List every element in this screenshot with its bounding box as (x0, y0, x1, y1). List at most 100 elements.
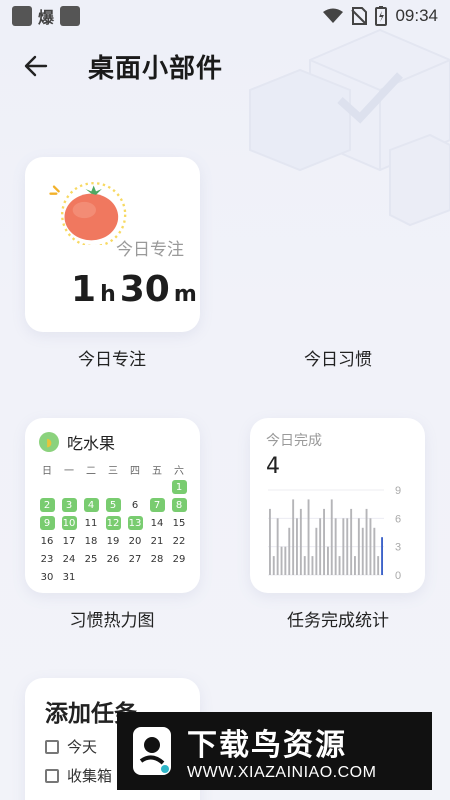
calendar-day: 19 (106, 535, 120, 547)
focus-duration: 1 h 30 m (71, 269, 201, 310)
chart-bar (369, 518, 372, 575)
calendar-icon (45, 739, 59, 754)
chart-bar (272, 556, 275, 575)
calendar-blank (58, 479, 80, 495)
no-sim-icon (351, 7, 368, 25)
chart-bar (276, 518, 279, 575)
heatmap-calendar: 日一二三四五六 1 2 3 4 5 6 7 8 9 10 11 12 13 14 15 16 17 18 19 20 21… (36, 461, 190, 585)
calendar-day: 30 (40, 571, 54, 583)
chart-bar (315, 527, 318, 575)
bird-logo-icon (117, 712, 187, 790)
chart-bar (346, 518, 349, 575)
heatmap-widget-caption: 习惯热力图 (69, 611, 155, 631)
task-completion-chart: 0 3 6 9 (268, 485, 401, 582)
chart-bar (288, 527, 291, 575)
status-bar: 爆 09:34 (0, 0, 450, 32)
minutes-unit: m (173, 282, 197, 307)
calendar-day-completed: 5 (102, 497, 124, 513)
clock: 09:34 (395, 6, 438, 25)
calendar-day: 22 (172, 535, 186, 547)
calendar-day: 6 (131, 499, 139, 511)
completed-today-label: 今日完成 (266, 433, 322, 449)
completed-today-value: 4 (266, 454, 280, 479)
calendar-blank (124, 479, 146, 495)
chart-bar (365, 508, 368, 575)
inbox-icon (45, 768, 59, 783)
notification-icon (60, 6, 81, 26)
app-notification-icon: 爆 (38, 8, 55, 27)
focus-label: 今日专注 (116, 240, 184, 260)
tomato-icon (49, 182, 127, 245)
chart-bar (334, 518, 337, 575)
task-stats-card[interactable]: 今日完成 4 0 3 6 9 (250, 418, 425, 593)
calendar-day: 26 (106, 553, 120, 565)
calendar-day: 21 (150, 535, 164, 547)
habit-widget-caption[interactable]: 今日习惯 (248, 345, 428, 370)
watermark-brand: 下载鸟资源 (187, 728, 347, 763)
calendar-day: 20 (128, 535, 142, 547)
calendar-day: 28 (150, 553, 164, 565)
y-tick-label: 9 (395, 485, 401, 497)
calendar-day-completed: 12 (105, 516, 121, 530)
chart-bar (307, 499, 310, 575)
calendar-day: 11 (84, 517, 98, 529)
chart-bar (342, 518, 345, 575)
y-tick-label: 0 (395, 570, 401, 582)
calendar-day-completed: 7 (146, 497, 168, 513)
task-list-label: 今天 (67, 738, 98, 756)
calendar-day-completed: 3 (58, 497, 80, 513)
calendar-blank (80, 479, 102, 495)
chart-bar (292, 499, 295, 575)
watermark-url: WWW.XIAZAINIAO.COM (187, 764, 377, 781)
habit-heatmap-card[interactable]: ◗ 吃水果 日一二三四五六 1 2 3 4 5 6 7 8 9 10 11 12 13 14 15 16 17 18… (25, 418, 200, 593)
hours-unit: h (100, 282, 116, 307)
chart-bar (319, 518, 322, 575)
calendar-day-completed: 10 (61, 516, 77, 530)
calendar-day: 15 (172, 517, 186, 529)
calendar-day: 16 (40, 535, 54, 547)
calendar-day-completed: 9 (36, 515, 58, 531)
calendar-day: 18 (84, 535, 98, 547)
watermark-banner: 下载鸟资源 WWW.XIAZAINIAO.COM (117, 712, 432, 790)
calendar-day: 23 (40, 553, 54, 565)
chart-bar (284, 546, 287, 575)
chart-bar (323, 508, 325, 575)
chart-bar (350, 508, 353, 575)
calendar-day: 29 (172, 553, 186, 565)
chart-bar (361, 527, 364, 575)
calendar-blank (146, 479, 168, 495)
weekday-header: 三 (108, 465, 118, 477)
chart-bar (280, 546, 283, 575)
background-decoration (210, 0, 450, 260)
chart-bar (373, 527, 376, 575)
chart-bar (354, 556, 356, 575)
y-tick-label: 6 (395, 513, 401, 525)
calendar-day-completed: 2 (36, 497, 58, 513)
calendar-blank (36, 479, 58, 495)
weekday-header: 五 (152, 465, 162, 477)
calendar-day-completed: 8 (168, 497, 190, 513)
weekday-header: 日 (42, 465, 52, 477)
focus-widget-caption: 今日专注 (78, 350, 146, 370)
back-button[interactable] (14, 44, 58, 88)
wifi-icon (323, 8, 344, 23)
calendar-day: 24 (62, 553, 76, 565)
calendar-blank (102, 479, 124, 495)
battery-icon (375, 6, 388, 26)
calendar-day: 25 (84, 553, 98, 565)
task-stats-caption: 任务完成统计 (287, 611, 389, 631)
focus-hours: 1 (71, 269, 97, 310)
heatmap-header: ◗ 吃水果 (39, 430, 190, 454)
banana-icon: ◗ (39, 432, 59, 452)
calendar-day: 27 (128, 553, 142, 565)
chart-bar (377, 556, 380, 575)
calendar-day-completed: 1 (168, 479, 190, 495)
chart-bar (357, 518, 360, 575)
habit-name: 吃水果 (67, 434, 116, 453)
chart-bar (327, 546, 329, 575)
weekday-header: 六 (174, 465, 184, 477)
page-title: 桌面小部件 (88, 53, 224, 84)
focus-widget-card[interactable]: 今日专注 1 h 30 m (25, 157, 200, 332)
calendar-day: 14 (150, 517, 164, 529)
weekday-header: 四 (130, 465, 140, 477)
